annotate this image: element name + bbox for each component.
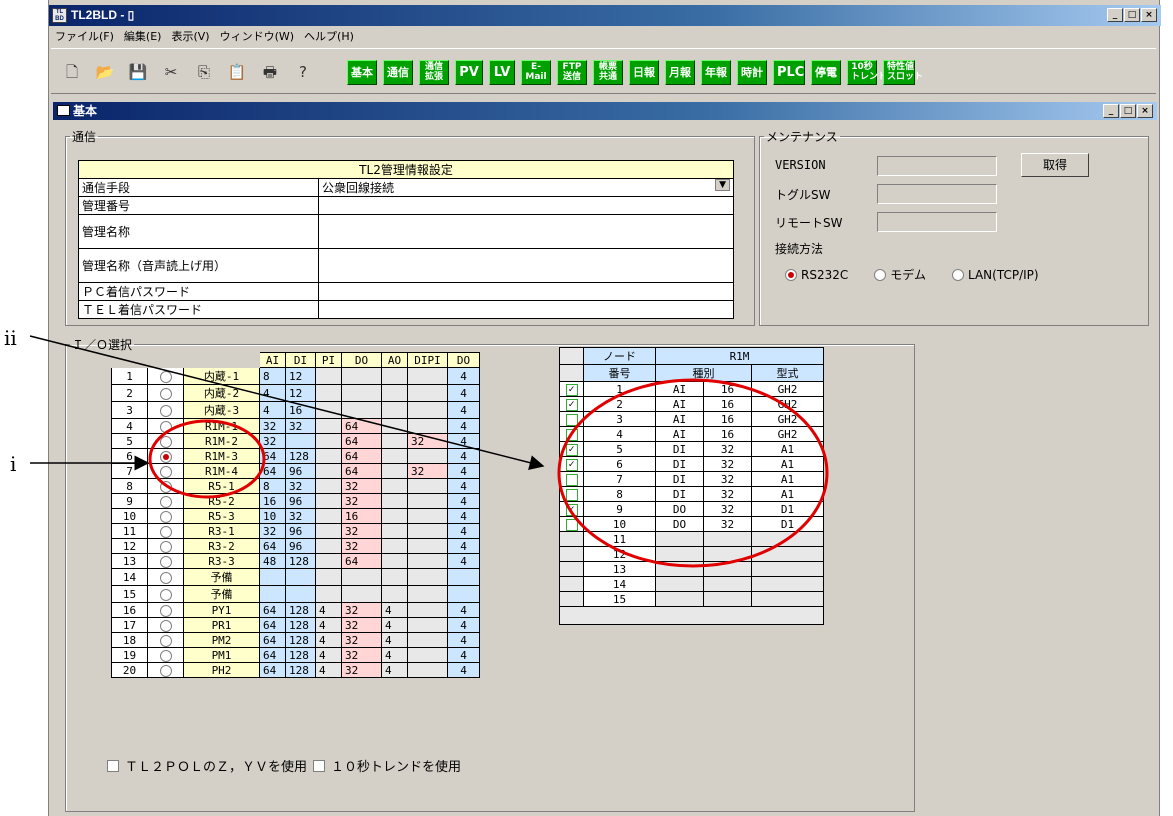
annotation-overlay: [29, 335, 829, 568]
annotation-circle-ii: [557, 378, 829, 568]
annotation-circle-i: [148, 419, 266, 499]
annotation-arrow-ii: [29, 335, 545, 470]
